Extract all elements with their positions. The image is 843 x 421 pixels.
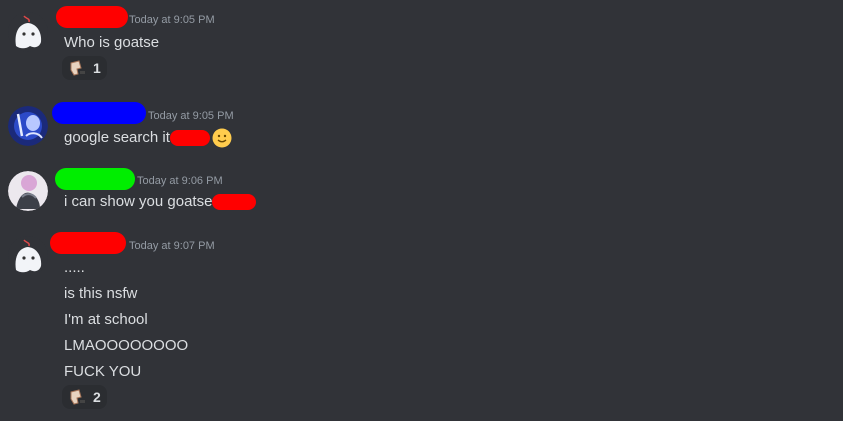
user-avatar[interactable] — [8, 171, 48, 211]
hand-emoji-icon — [70, 389, 85, 405]
character-avatar-icon — [8, 171, 48, 211]
redacted-text — [212, 194, 257, 211]
message-timestamp: Today at 9:05 PM — [148, 110, 234, 122]
redacted-username[interactable] — [52, 102, 146, 124]
hand-emoji-icon — [70, 60, 85, 76]
reaction-pill[interactable]: 2 — [62, 385, 107, 409]
message-text: ..... — [64, 259, 85, 276]
message-text: FUCK YOU — [64, 363, 142, 380]
message-text: LMAOOOOOOOO — [64, 337, 189, 354]
user-avatar[interactable] — [8, 236, 48, 276]
reaction-count: 1 — [93, 60, 101, 76]
ghost-avatar-icon — [8, 236, 48, 276]
reaction-count: 2 — [93, 389, 101, 405]
message-text: google search it — [64, 128, 232, 148]
redacted-text — [169, 130, 210, 146]
user-avatar[interactable] — [8, 12, 48, 52]
redacted-username[interactable] — [50, 232, 126, 254]
redacted-username[interactable] — [56, 6, 128, 28]
anime-avatar-icon — [8, 106, 48, 146]
user-avatar[interactable] — [8, 106, 48, 146]
message-timestamp: Today at 9:06 PM — [137, 175, 223, 187]
redacted-username[interactable] — [55, 168, 135, 190]
message-timestamp: Today at 9:07 PM — [129, 240, 215, 252]
slightly-smiling-face-icon — [212, 128, 232, 148]
message-timestamp: Today at 9:05 PM — [129, 14, 215, 26]
ghost-avatar-icon — [8, 12, 48, 52]
message-text: Who is goatse — [64, 34, 160, 51]
message-text: is this nsfw — [64, 285, 138, 302]
message-text: I'm at school — [64, 311, 148, 328]
message-text-content: i can show you goatse — [64, 193, 213, 210]
message-text: i can show you goatse — [64, 193, 257, 211]
message-text-content: google search it — [64, 128, 170, 146]
reaction-pill[interactable]: 1 — [62, 56, 107, 80]
